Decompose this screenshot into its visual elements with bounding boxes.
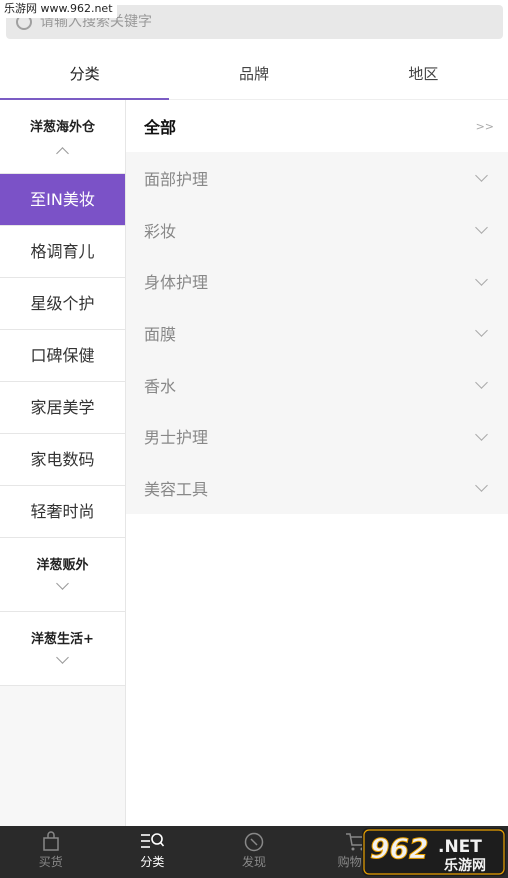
subcategory-label: 香水 bbox=[144, 376, 177, 396]
logo-number: 962 bbox=[370, 832, 428, 865]
chevron-down-icon bbox=[475, 376, 488, 389]
subcategory-mens-care[interactable]: 男士护理 bbox=[126, 410, 508, 462]
sidebar-item-home[interactable]: 家居美学 bbox=[0, 382, 125, 434]
category-search-icon bbox=[102, 826, 204, 852]
sidebar-group-title: 洋葱贩外 bbox=[36, 558, 89, 573]
nav-label: 发现 bbox=[241, 855, 266, 869]
sidebar-group-title: 洋葱海外仓 bbox=[29, 120, 95, 135]
subcategory-beauty-tools[interactable]: 美容工具 bbox=[126, 462, 508, 514]
chevron-down-icon bbox=[475, 272, 488, 286]
nav-discover[interactable]: 发现 bbox=[203, 826, 305, 878]
chevron-down-icon bbox=[56, 577, 69, 590]
bag-icon bbox=[0, 826, 102, 852]
all-label: 全部 bbox=[144, 118, 177, 137]
subcategory-label: 男士护理 bbox=[144, 428, 209, 448]
nav-label: 分类 bbox=[140, 855, 165, 869]
chevron-down-icon bbox=[475, 479, 488, 493]
double-chevron-right-icon: >> bbox=[475, 119, 494, 133]
sidebar-item-health[interactable]: 口碑保健 bbox=[0, 330, 125, 382]
nav-buy[interactable]: 买货 bbox=[0, 826, 102, 878]
chevron-down-icon bbox=[475, 221, 488, 234]
watermark-label: 乐游网 www.962.net bbox=[0, 0, 117, 18]
subcategory-label: 面膜 bbox=[144, 324, 177, 344]
subcategory-body-care[interactable]: 身体护理 bbox=[126, 255, 508, 307]
app-root: 请输入搜索关键字 乐游网 www.962.net 分类 品牌 地区 洋葱海外仓 … bbox=[0, 0, 508, 878]
sidebar-group-overseas[interactable]: 洋葱海外仓 bbox=[0, 100, 125, 174]
sidebar-item-beauty[interactable]: 至IN美妆 bbox=[0, 174, 125, 226]
subcategory-perfume[interactable]: 香水 bbox=[126, 359, 508, 411]
sidebar-item-baby[interactable]: 格调育儿 bbox=[0, 226, 125, 278]
chevron-up-icon bbox=[56, 147, 69, 160]
chevron-down-icon bbox=[56, 651, 69, 664]
tab-brand[interactable]: 品牌 bbox=[169, 48, 338, 99]
subcategory-label: 面部护理 bbox=[144, 169, 209, 189]
sidebar-item-electronics[interactable]: 家电数码 bbox=[0, 434, 125, 486]
sidebar-group-resale[interactable]: 洋葱贩外 bbox=[0, 538, 125, 612]
sidebar-item-personal-care[interactable]: 星级个护 bbox=[0, 278, 125, 330]
subcategory-label: 美容工具 bbox=[144, 479, 209, 499]
chevron-down-icon bbox=[475, 169, 488, 183]
subcategory-panel: 全部 >> 面部护理 彩妆 身体护理 面膜 香水 男士护理 美容工具 bbox=[126, 100, 508, 514]
nav-category[interactable]: 分类 bbox=[102, 826, 204, 878]
tab-category[interactable]: 分类 bbox=[0, 48, 170, 100]
logo-name: 乐游网 bbox=[444, 857, 486, 874]
subcategory-label: 身体护理 bbox=[144, 273, 209, 293]
tab-bar: 分类 品牌 地区 bbox=[0, 48, 508, 100]
subcategory-makeup[interactable]: 彩妆 bbox=[126, 204, 508, 256]
nav-label: 买货 bbox=[38, 855, 63, 869]
logo-suffix: .NET bbox=[438, 837, 482, 857]
search-bar: 请输入搜索关键字 乐游网 www.962.net bbox=[0, 0, 508, 48]
compass-icon bbox=[203, 826, 305, 852]
sidebar-item-fashion[interactable]: 轻奢时尚 bbox=[0, 486, 125, 538]
subcategory-label: 彩妆 bbox=[144, 221, 177, 241]
site-logo: 962 .NET 乐游网 bbox=[362, 828, 506, 876]
subcategory-mask[interactable]: 面膜 bbox=[126, 307, 508, 359]
chevron-down-icon bbox=[475, 427, 488, 441]
sidebar-group-title: 洋葱生活+ bbox=[31, 632, 94, 647]
chevron-down-icon bbox=[475, 324, 488, 338]
sidebar-group-life[interactable]: 洋葱生活+ bbox=[0, 612, 125, 686]
subcategory-face-care[interactable]: 面部护理 bbox=[126, 152, 508, 204]
tab-region[interactable]: 地区 bbox=[339, 48, 508, 99]
category-sidebar: 洋葱海外仓 至IN美妆 格调育儿 星级个护 口碑保健 家居美学 家电数码 轻奢时… bbox=[0, 100, 126, 826]
all-categories-row[interactable]: 全部 >> bbox=[126, 100, 508, 152]
